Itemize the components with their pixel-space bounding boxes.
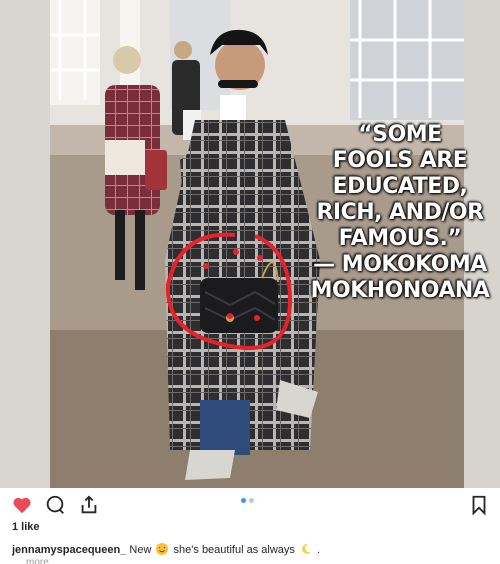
more-link[interactable]: more: [26, 558, 49, 564]
carousel-indicator: [241, 498, 261, 504]
quote-line: “SOME: [358, 122, 442, 147]
carousel-dot: [249, 498, 254, 503]
heart-icon[interactable]: [11, 494, 33, 516]
post-image-frame: “SOME FOOLS ARE EDUCATED, RICH, AND/OR F…: [0, 0, 500, 488]
caption-text: she's beautiful as always: [173, 544, 295, 556]
caption-username[interactable]: jennamyspacequeen_: [12, 544, 126, 556]
quote-line: — MOKOKOMA: [313, 252, 487, 277]
quote-overlay: “SOME FOOLS ARE EDUCATED, RICH, AND/OR F…: [300, 122, 500, 304]
quote-line: FOOLS ARE: [332, 148, 468, 173]
quote-line: MOKHONOANA: [310, 278, 490, 303]
comment-icon[interactable]: [44, 494, 66, 516]
quote-line: RICH, AND/OR: [316, 200, 484, 225]
post-caption: jennamyspacequeen_ New she's beautiful a…: [12, 543, 320, 556]
photo-border-left: [0, 0, 50, 488]
bookmark-icon[interactable]: [468, 494, 490, 516]
quote-line: FAMOUS.”: [338, 226, 462, 251]
likes-count[interactable]: 1 like: [12, 521, 40, 533]
share-icon[interactable]: [78, 494, 100, 516]
caption-text: New: [129, 544, 152, 556]
quote-line: EDUCATED,: [332, 174, 468, 199]
heart-eyes-emoji: [156, 543, 169, 555]
carousel-dot-active: [241, 498, 246, 503]
caption-trailing: .: [317, 544, 321, 556]
crescent-moon-emoji: [300, 543, 312, 555]
